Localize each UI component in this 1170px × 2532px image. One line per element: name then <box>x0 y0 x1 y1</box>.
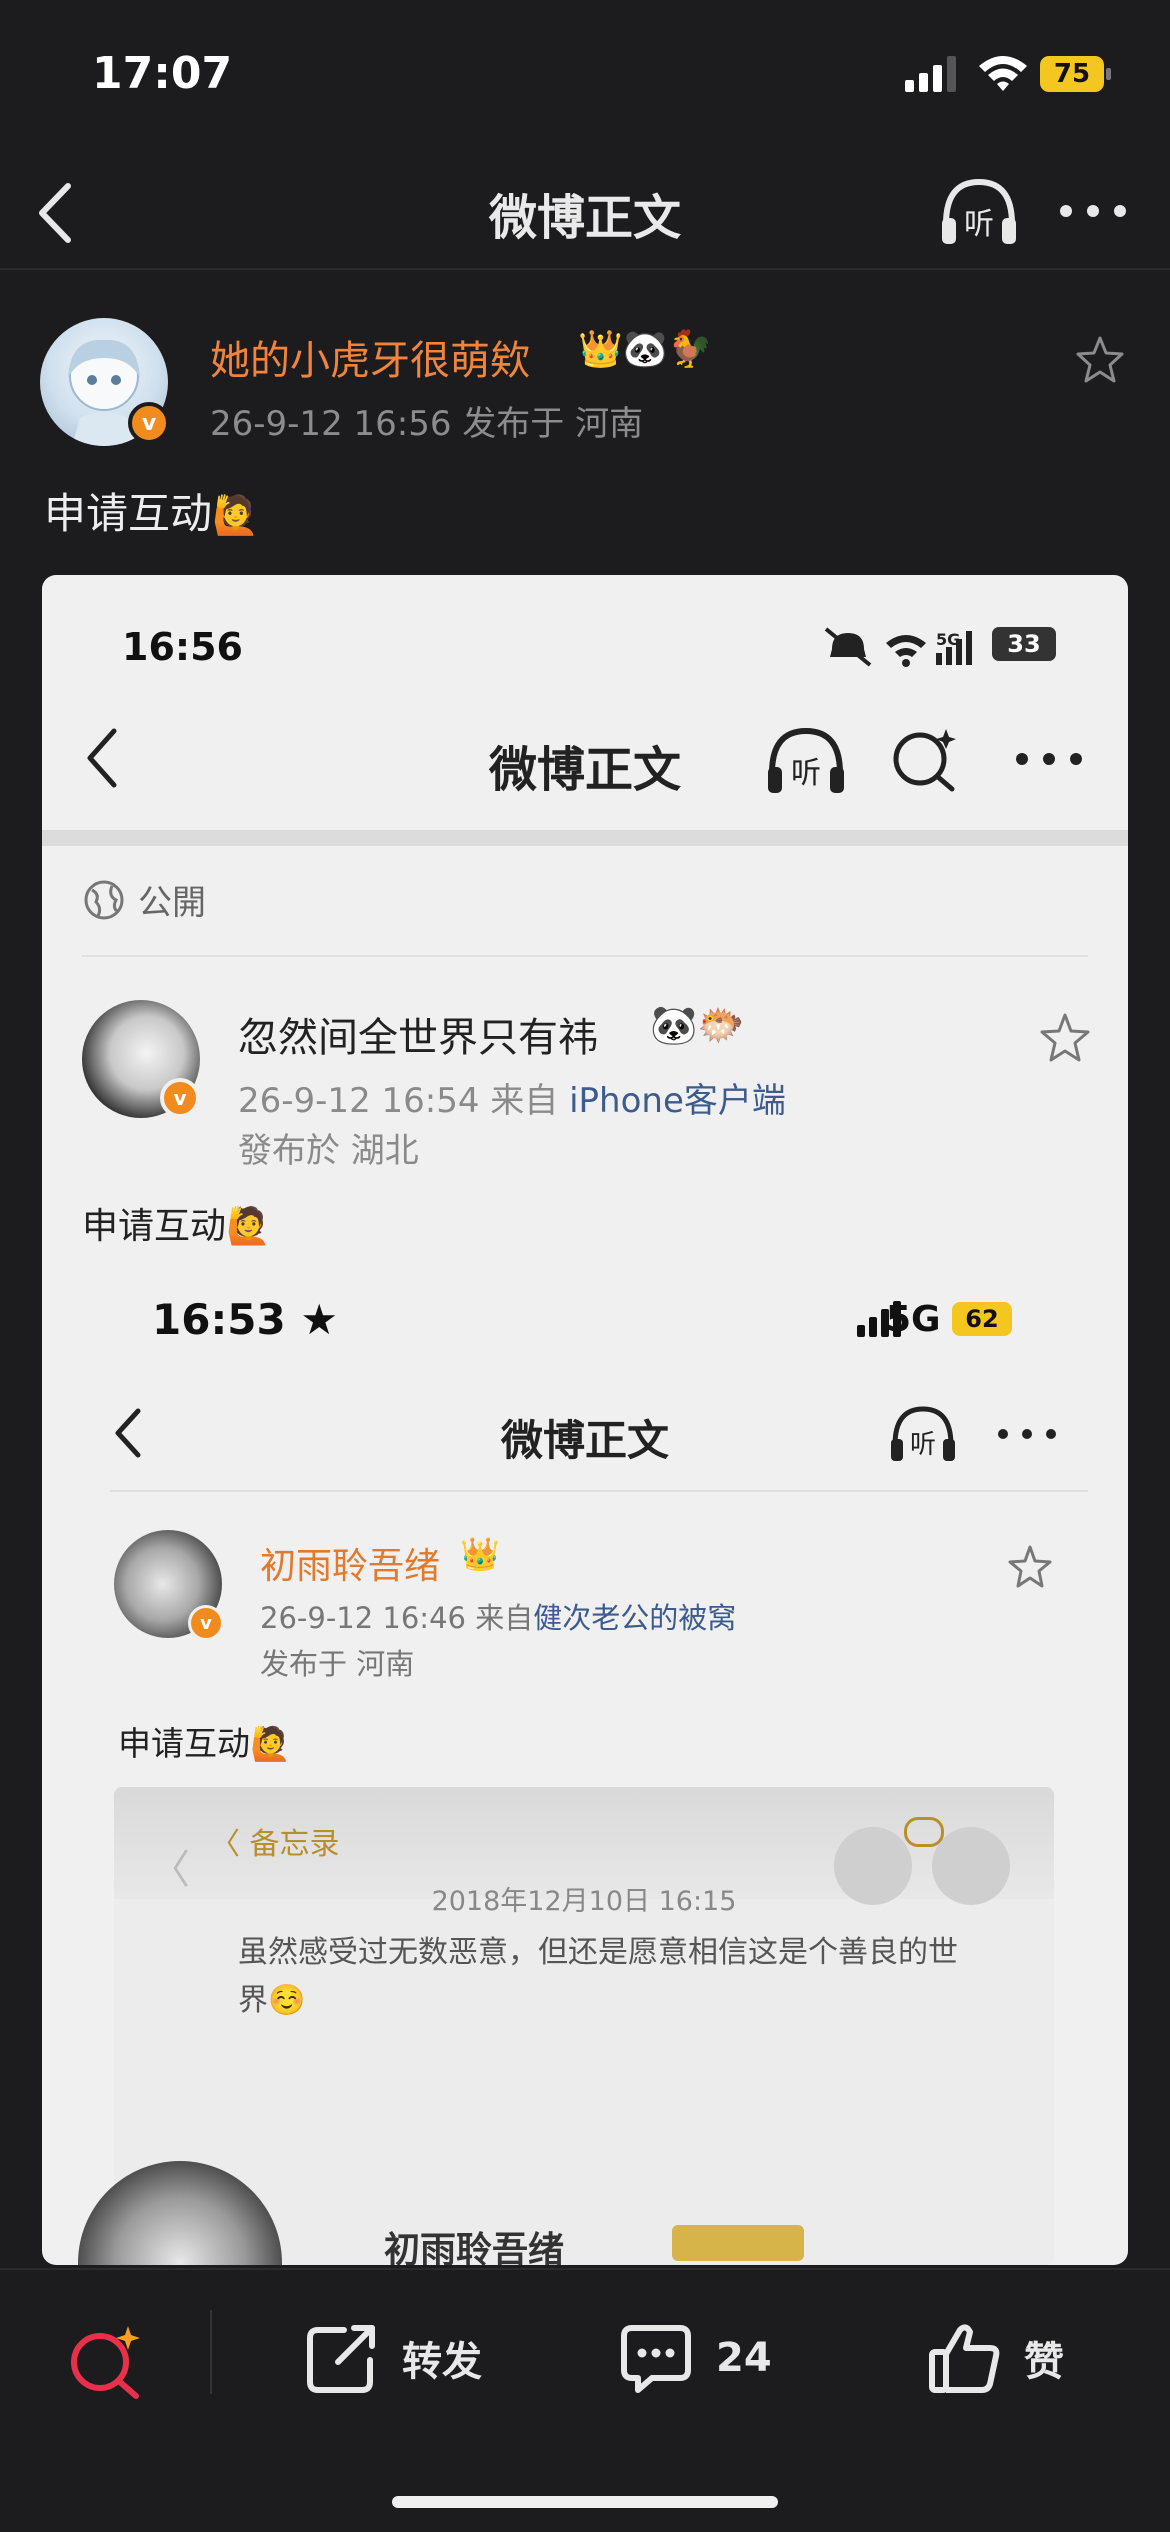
image-search-icon <box>893 729 956 792</box>
listen-headphones-icon[interactable]: 听 <box>938 172 1020 252</box>
nested-author-name: 初雨聆吾绪 <box>260 1546 441 1587</box>
image-star-icon <box>1040 1013 1090 1062</box>
author-name[interactable]: 她的小虎牙很萌欸 <box>210 328 530 386</box>
repost-button[interactable]: 转发 <box>304 2318 482 2398</box>
bottom-action-bar: 转发 24 赞 <box>0 2268 1170 2532</box>
memo-back-label: 〈 备忘录 <box>210 1827 340 1862</box>
verified-badge: v <box>128 402 170 444</box>
nav-bar: 微博正文 听 <box>0 150 1170 270</box>
wifi-icon <box>979 56 1027 91</box>
like-label: 赞 <box>1024 2339 1064 2385</box>
image-author-badges: 🐼🐡 <box>650 1003 745 1047</box>
repost-icon <box>307 2325 375 2393</box>
battery-level: 75 <box>1040 56 1104 92</box>
image-listen-icon: 听 <box>768 727 844 793</box>
image-post-location: 發布於 湖北 <box>238 1131 419 1171</box>
favorite-star-icon[interactable] <box>1074 334 1126 386</box>
svg-text:听: 听 <box>910 1430 936 1460</box>
globe-icon <box>84 880 124 919</box>
nested-listen-icon: 听 <box>891 1406 955 1461</box>
nested-meta-source: 健次老公的被窝 <box>533 1601 737 1635</box>
nested-post-location: 发布于 河南 <box>260 1647 415 1681</box>
image-status-icons: 5G <box>824 627 972 667</box>
nested-status-time: 16:53 ★ <box>152 1295 338 1344</box>
memo-date: 2018年12月10日 16:15 <box>431 1886 737 1917</box>
image-verified-badge: v <box>160 1078 200 1118</box>
nested-meta-time: 26-9-12 16:46 来自 <box>260 1601 534 1635</box>
post-text-emoji: 🙋 <box>212 493 260 537</box>
image-divider <box>42 830 1128 846</box>
memo-more-icon <box>904 1817 944 1847</box>
nested-author-badges: 👑 <box>460 1535 500 1573</box>
nested-network: 5G <box>886 1299 941 1340</box>
post-text: 申请互动🙋 <box>44 480 259 541</box>
home-indicator <box>392 2496 778 2508</box>
memo-badge <box>672 2225 804 2261</box>
image-post-text: 申请互动🙋 <box>82 1206 271 1247</box>
author-badges: 👑🐼🐓 <box>578 329 713 370</box>
image-page-title: 微博正文 <box>488 742 681 798</box>
cellular-signal-icon <box>905 56 956 92</box>
nested-signal-icon <box>857 1301 901 1337</box>
nested-post-text: 申请互动🙋 <box>118 1724 292 1763</box>
post-image[interactable]: 16:56 5G 33 微博正文 听 公開 v 忽然间全世界只有祎 🐼🐡 26-… <box>42 575 1128 2265</box>
thumbs-up-icon <box>929 2324 1000 2393</box>
nested-star-icon <box>1008 1545 1052 1588</box>
status-time: 17:07 <box>92 48 233 99</box>
more-icon[interactable] <box>1058 196 1128 226</box>
nested-post-meta: 26-9-12 16:46 来自健次老公的被窝 <box>260 1595 736 1637</box>
image-author-name: 忽然间全世界只有祎 <box>238 1015 598 1061</box>
image-visibility: 公開 <box>82 875 206 924</box>
image-visibility-label: 公開 <box>138 883 206 923</box>
post-text-content: 申请互动 <box>44 489 213 538</box>
nested-more-icon <box>998 1429 1056 1439</box>
battery-indicator: 75 <box>1040 56 1112 92</box>
status-bar: 17:07 75 <box>0 0 1170 140</box>
image-more-icon <box>1016 753 1082 765</box>
like-button[interactable]: 赞 <box>926 2318 1064 2398</box>
super-search-icon[interactable] <box>66 2322 146 2402</box>
comment-count: 24 <box>716 2335 772 2381</box>
repost-label: 转发 <box>402 2339 482 2385</box>
comment-button[interactable]: 24 <box>618 2318 772 2398</box>
image-battery: 33 <box>992 627 1056 661</box>
image-meta-source: iPhone客户端 <box>569 1081 786 1121</box>
svg-text:听: 听 <box>791 756 821 791</box>
image-meta-time: 26-9-12 16:54 来自 <box>238 1081 570 1121</box>
memo-content: 虽然感受过无数恶意，但还是愿意相信这是个善良的世界☺️ <box>238 1935 958 2018</box>
image-post-meta: 26-9-12 16:54 来自 iPhone客户端 <box>238 1073 786 1122</box>
image-status-time: 16:56 <box>122 625 243 669</box>
nested-page-title: 微博正文 <box>500 1416 669 1465</box>
post-meta: 26-9-12 16:56 发布于 河南 <box>210 404 644 444</box>
memo-partial-name: 初雨聆吾绪 <box>384 2230 565 2265</box>
nested-verified-badge: v <box>188 1605 224 1641</box>
nested-battery: 62 <box>952 1302 1012 1336</box>
svg-text:听: 听 <box>964 207 994 242</box>
comment-icon <box>621 2325 691 2393</box>
